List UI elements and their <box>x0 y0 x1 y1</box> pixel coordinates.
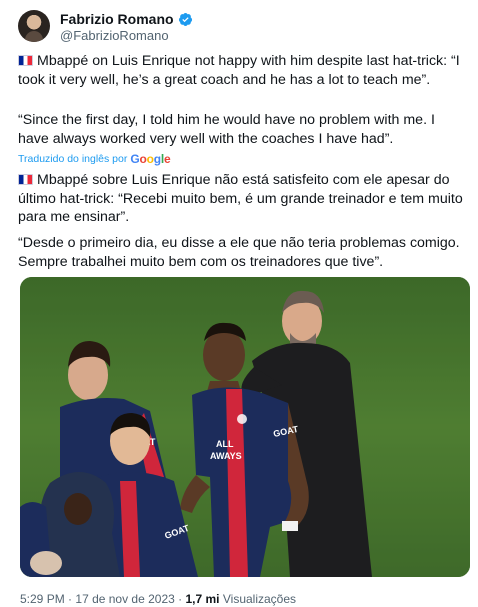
avatar[interactable] <box>18 10 50 42</box>
author-name[interactable]: Fabrizio Romano <box>60 11 174 27</box>
tweet-photo[interactable]: ALLAWAYS GOAT GOAT GOAT <box>20 277 470 577</box>
views-count: 1,7 mi <box>185 592 220 606</box>
tweet-paragraph-2: “Since the first day, I told him he woul… <box>18 112 435 147</box>
tweet-time[interactable]: 5:29 PM <box>20 592 65 606</box>
france-flag-icon <box>18 174 33 185</box>
verified-badge-icon <box>178 12 192 26</box>
paragraph-3-text: Mbappé sobre Luis Enrique não está satis… <box>18 172 463 225</box>
tweet-paragraph-1: Mbappé on Luis Enrique not happy with hi… <box>18 52 468 89</box>
author-handle[interactable]: @FabrizioRomano <box>60 28 169 43</box>
tweet-paragraph-3: Mbappé sobre Luis Enrique não está satis… <box>18 171 468 227</box>
translated-label: Traduzido do inglês por <box>18 153 128 165</box>
photo-scene: ALLAWAYS GOAT GOAT GOAT <box>20 277 470 577</box>
google-logo: Google <box>130 152 171 166</box>
translation-attribution[interactable]: Traduzido do inglês por Google <box>18 152 171 166</box>
tweet-metadata: 5:29 PM · 17 de nov de 2023 · 1,7 mi Vis… <box>20 592 296 606</box>
separator-2: · <box>178 592 183 606</box>
views-label: Visualizações <box>222 592 297 606</box>
author-name-row: Fabrizio Romano <box>60 11 193 27</box>
paragraph-1-text: Mbappé on Luis Enrique not happy with hi… <box>18 53 460 88</box>
tweet-date[interactable]: 17 de nov de 2023 <box>75 592 174 606</box>
france-flag-icon <box>18 55 33 66</box>
tweet-paragraph-4: “Desde o primeiro dia, eu disse a ele qu… <box>18 235 460 270</box>
separator-1: · <box>68 592 73 606</box>
tweet-header: Fabrizio Romano @FabrizioRomano ellipsis <box>18 10 468 44</box>
